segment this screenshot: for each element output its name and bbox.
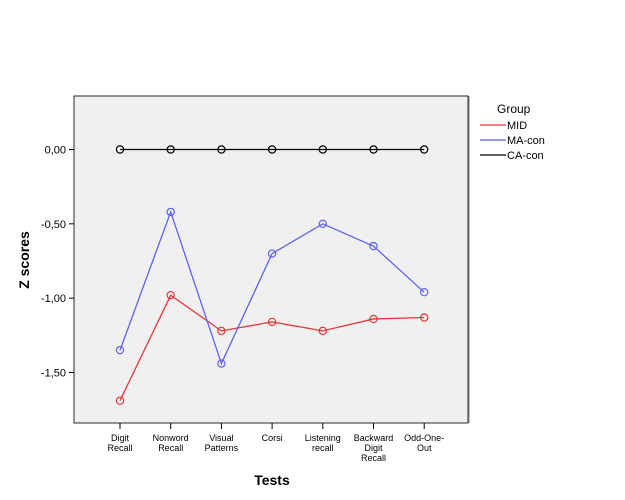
y-axis-title: Z scores [16, 231, 32, 289]
legend: Group MID MA-con CA-con [480, 102, 545, 162]
y-tick-label: 0,00 [45, 145, 66, 157]
x-tick-label: Nonword Recall [153, 433, 189, 453]
x-tick-label: Backward Digit Recall [354, 433, 394, 463]
x-axis: Digit Recall Nonword Recall Visual Patterns Co… [107, 423, 444, 463]
line-chart: 0,00 -0,50 -1,00 -1,50 Digit Recall Nonword Re… [16, 95, 545, 488]
x-tick-label: Digit Recall [107, 433, 132, 453]
x-axis-title: Tests [254, 472, 290, 488]
x-tick-label: Listening recall [305, 433, 341, 453]
legend-label-ca-con: CA-con [507, 150, 544, 162]
y-tick-label: -1,00 [41, 293, 66, 305]
x-tick-label: Visual Patterns [205, 433, 239, 453]
x-tick-label: Corsi [262, 433, 283, 443]
y-axis: 0,00 -0,50 -1,00 -1,50 [41, 145, 74, 379]
x-tick-label: Odd-One-Out [404, 433, 444, 453]
legend-title: Group [497, 102, 531, 116]
legend-label-mid: MID [507, 120, 527, 132]
legend-label-ma-con: MA-con [507, 135, 545, 147]
y-tick-label: -0,50 [41, 219, 66, 231]
y-tick-label: -1,50 [41, 367, 66, 379]
